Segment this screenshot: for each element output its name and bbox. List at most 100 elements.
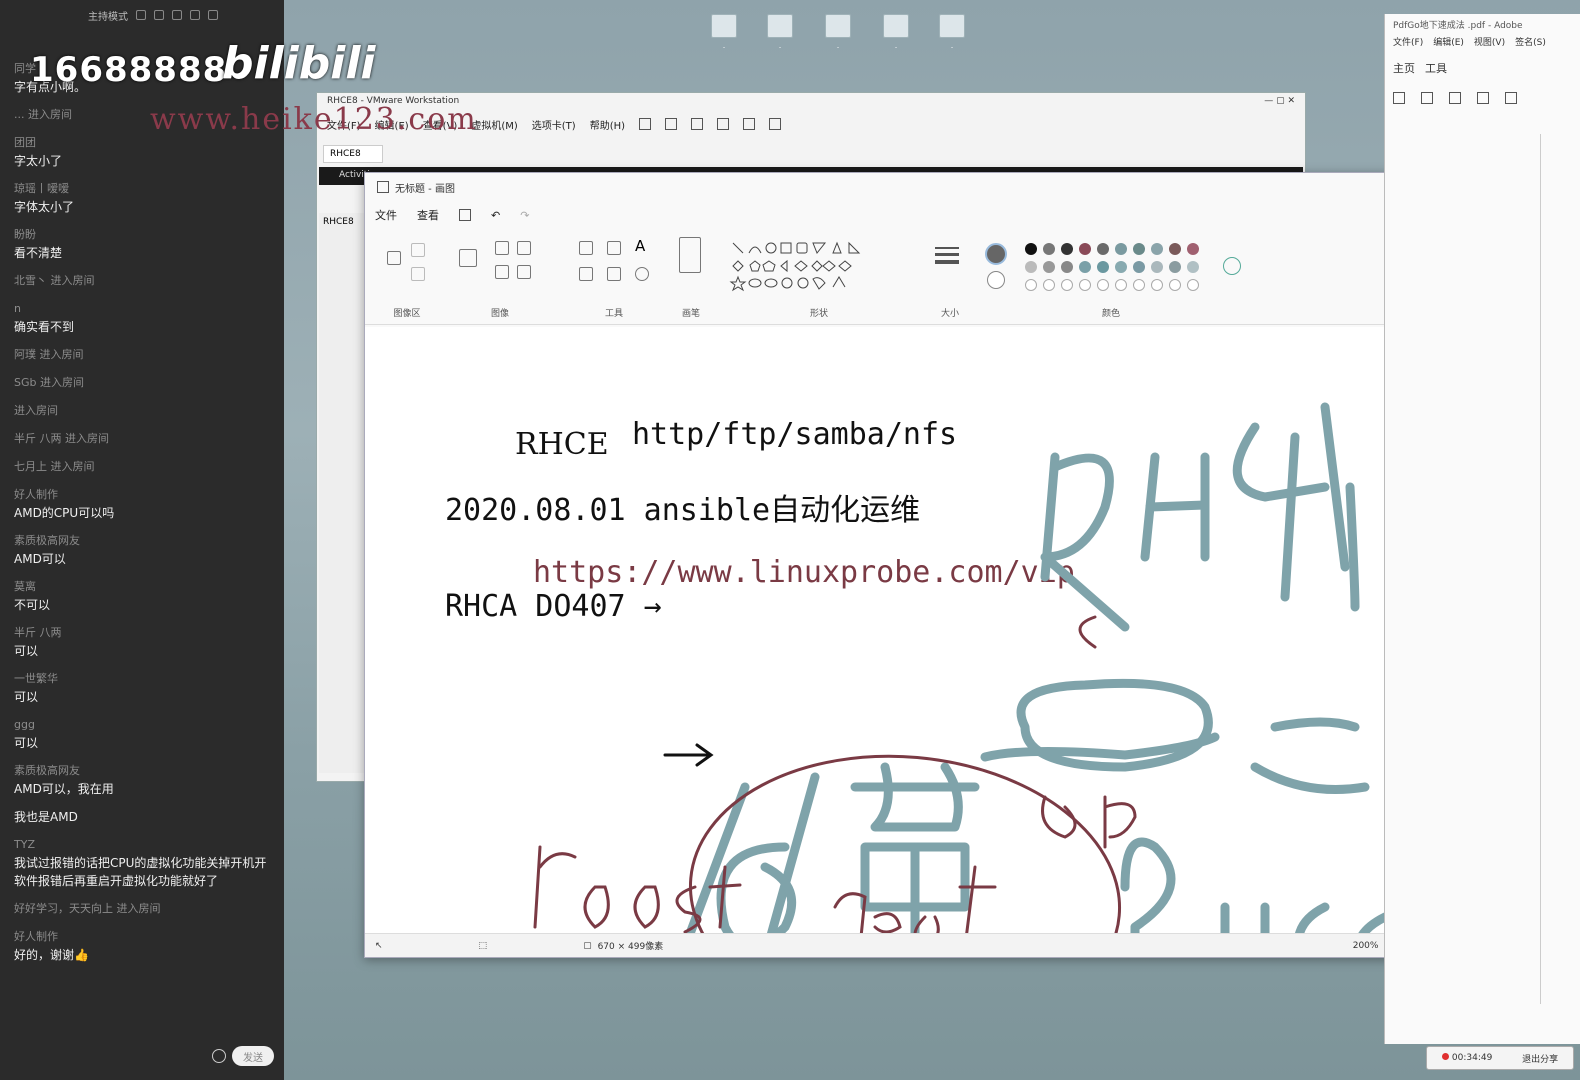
minimize-icon[interactable]	[172, 10, 182, 20]
revert-icon[interactable]	[691, 118, 704, 130]
save-icon[interactable]	[1393, 92, 1405, 104]
palette-empty-swatch[interactable]	[1043, 279, 1055, 291]
palette-color-swatch[interactable]	[1187, 261, 1199, 273]
paint-canvas[interactable]: RHCE http/ftp/samba/nfs 2020.08.01 ansib…	[365, 327, 1541, 933]
redo-icon[interactable]: ↷	[520, 209, 529, 222]
desktop-icon[interactable]: .	[874, 14, 918, 56]
save-icon[interactable]	[459, 209, 471, 221]
palette-color-swatch[interactable]	[1079, 261, 1091, 273]
desktop-icon[interactable]: .	[702, 14, 746, 56]
magnifier-icon[interactable]	[635, 267, 649, 281]
chat-username[interactable]: 盼盼	[14, 226, 272, 244]
send-button[interactable]: 发送	[232, 1046, 274, 1066]
desktop-icon[interactable]: .	[816, 14, 860, 56]
snapshot-icon[interactable]	[665, 118, 678, 130]
maximize-icon[interactable]	[190, 10, 200, 20]
chat-username[interactable]: n	[14, 300, 272, 318]
rotate-icon[interactable]	[495, 265, 509, 279]
copy-icon[interactable]	[411, 267, 425, 281]
close-icon[interactable]	[208, 10, 218, 20]
paste-icon[interactable]	[387, 251, 401, 265]
chat-username[interactable]: 半斤 八两	[14, 624, 272, 642]
emoji-icon[interactable]	[212, 1049, 226, 1063]
palette-color-swatch[interactable]	[1097, 261, 1109, 273]
text-icon[interactable]: A	[635, 237, 645, 255]
color-picker-icon[interactable]	[607, 267, 621, 281]
menu-help[interactable]: 帮助(H)	[590, 117, 625, 132]
tab-rhce8[interactable]: RHCE8	[323, 145, 383, 163]
palette-color-swatch[interactable]	[1097, 243, 1109, 255]
palette-color-swatch[interactable]	[1061, 261, 1073, 273]
palette-empty-swatch[interactable]	[1097, 279, 1109, 291]
manage-icon[interactable]	[717, 118, 730, 130]
palette-empty-swatch[interactable]	[1169, 279, 1181, 291]
pencil-icon[interactable]	[579, 241, 593, 255]
palette-color-swatch[interactable]	[1061, 243, 1073, 255]
palette-color-swatch[interactable]	[1169, 261, 1181, 273]
chat-username[interactable]: 莫离	[14, 578, 272, 596]
palette-color-swatch[interactable]	[1043, 261, 1055, 273]
menu-view[interactable]: 查看	[417, 207, 439, 223]
palette-color-swatch[interactable]	[1115, 243, 1127, 255]
pause-icon[interactable]	[639, 118, 652, 130]
palette-color-swatch[interactable]	[1187, 243, 1199, 255]
menu-vm[interactable]: 虚拟机(M)	[471, 117, 517, 132]
cut-icon[interactable]	[411, 243, 425, 257]
palette-color-swatch[interactable]	[1079, 243, 1091, 255]
chat-username[interactable]: 好人制作	[14, 486, 272, 504]
palette-color-swatch[interactable]	[1133, 243, 1145, 255]
palette-color-swatch[interactable]	[1133, 261, 1145, 273]
chat-username[interactable]: 素质极高网友	[14, 762, 272, 780]
palette-empty-swatch[interactable]	[1187, 279, 1199, 291]
palette-color-swatch[interactable]	[1025, 243, 1037, 255]
unity-icon[interactable]	[769, 118, 782, 130]
palette-color-swatch[interactable]	[1025, 261, 1037, 273]
chat-username[interactable]: TYZ	[14, 836, 272, 854]
color-1-swatch[interactable]	[985, 243, 1007, 265]
chat-username[interactable]: 素质极高网友	[14, 532, 272, 550]
palette-color-swatch[interactable]	[1115, 261, 1127, 273]
chat-username[interactable]: ggg	[14, 716, 272, 734]
window-controls[interactable]: — ▢ ✕	[1264, 96, 1295, 108]
shapes-gallery[interactable]	[729, 239, 869, 299]
chat-username[interactable]: 好人制作	[14, 928, 272, 946]
palette-empty-swatch[interactable]	[1115, 279, 1127, 291]
select-icon[interactable]	[459, 249, 477, 267]
palette-color-swatch[interactable]	[1169, 243, 1181, 255]
undo-icon[interactable]: ↶	[491, 209, 500, 222]
flip-icon[interactable]	[517, 265, 531, 279]
stop-share-button[interactable]: 退出分享	[1522, 1052, 1558, 1065]
palette-color-swatch[interactable]	[1043, 243, 1055, 255]
pdf-tab-home[interactable]: 主页	[1393, 60, 1415, 76]
settings-icon[interactable]	[136, 10, 146, 20]
palette-color-swatch[interactable]	[1151, 243, 1163, 255]
palette-color-swatch[interactable]	[1151, 261, 1163, 273]
fullscreen-icon[interactable]	[743, 118, 756, 130]
fill-icon[interactable]	[607, 241, 621, 255]
window-icon[interactable]	[154, 10, 164, 20]
edit-colors-icon[interactable]	[1223, 257, 1241, 275]
chat-username[interactable]: 一世繁华	[14, 670, 272, 688]
crop-icon[interactable]	[495, 241, 509, 255]
palette-empty-swatch[interactable]	[1079, 279, 1091, 291]
palette-empty-swatch[interactable]	[1061, 279, 1073, 291]
desktop-icon[interactable]: .	[758, 14, 802, 56]
brush-icon[interactable]	[679, 237, 701, 273]
palette-empty-swatch[interactable]	[1151, 279, 1163, 291]
search-icon[interactable]	[1505, 92, 1517, 104]
pdf-menu-file[interactable]: 文件(F)	[1393, 35, 1423, 48]
desktop-icon[interactable]: .	[930, 14, 974, 56]
color-2-swatch[interactable]	[987, 271, 1005, 289]
pdf-menu-edit[interactable]: 编辑(E)	[1433, 35, 1464, 48]
pdf-menu-view[interactable]: 视图(V)	[1474, 35, 1505, 48]
eraser-icon[interactable]	[579, 267, 593, 281]
chat-username[interactable]: 琼瑶丨嗳嗳	[14, 180, 272, 198]
palette-empty-swatch[interactable]	[1133, 279, 1145, 291]
print-icon[interactable]	[1477, 92, 1489, 104]
resize-icon[interactable]	[517, 241, 531, 255]
bookmark-icon[interactable]	[1421, 92, 1433, 104]
pdf-menu-sign[interactable]: 签名(S)	[1515, 35, 1546, 48]
palette-empty-swatch[interactable]	[1025, 279, 1037, 291]
pdf-tab-tools[interactable]: 工具	[1425, 60, 1447, 76]
menu-tabs[interactable]: 选项卡(T)	[532, 117, 576, 132]
